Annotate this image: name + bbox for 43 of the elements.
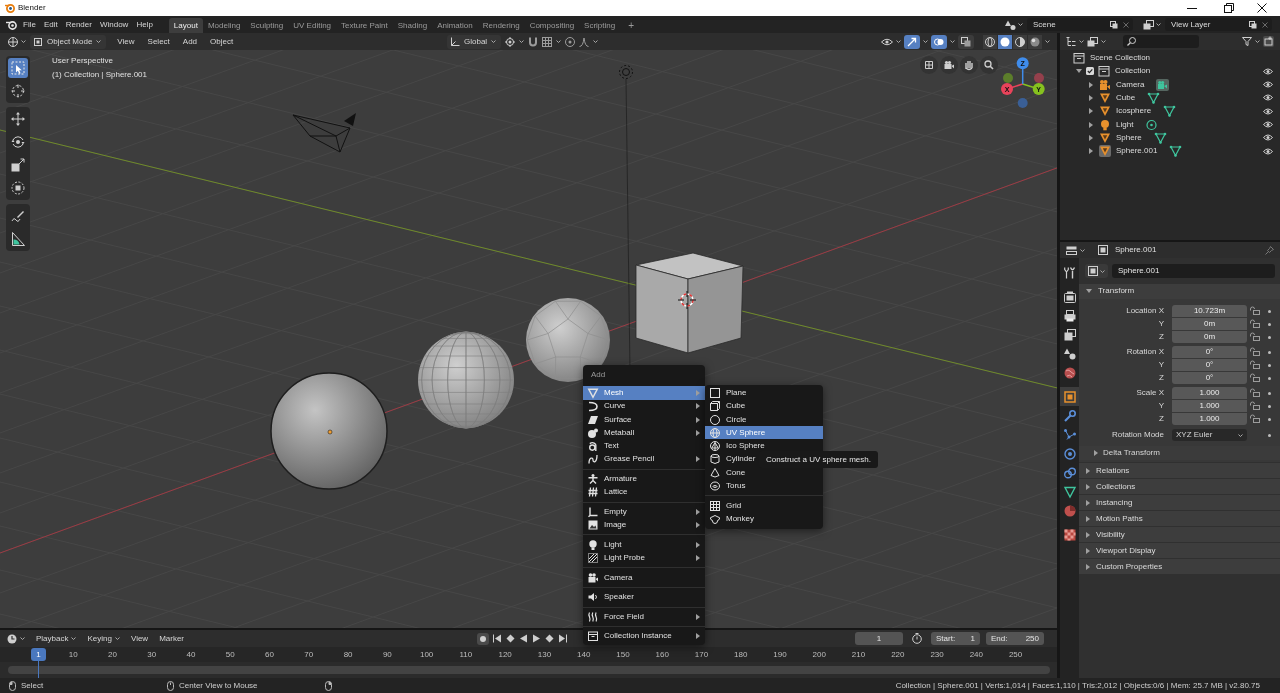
frame-number: 190	[773, 650, 787, 659]
field-label: Z	[1158, 374, 1165, 382]
frame-number: 90	[382, 650, 392, 659]
frame-number: 130	[537, 650, 552, 659]
frame-number: 240	[969, 650, 983, 659]
frame-number: 120	[498, 650, 512, 659]
scene-statistics: Collection | Sphere.001 | Verts:1,014 | Faces:1,110 | Tris:2,012 | Objects:0/6 | Mem: 25.7 MB | v2.80.75	[895, 681, 1260, 690]
frame-number: 70	[304, 650, 314, 659]
frame-number: 230	[930, 650, 944, 659]
status-hint: Select	[21, 681, 44, 690]
viewport-info-text: (1) Collection | Sphere.001	[52, 71, 148, 79]
frame-number: 220	[891, 650, 905, 659]
field-label: Location X	[1125, 307, 1165, 315]
field-label: Rotation Mode	[1110, 431, 1165, 439]
frame-number: 80	[343, 650, 353, 659]
menu-title: Add	[590, 368, 607, 381]
field-label: Y	[1157, 402, 1165, 410]
frame-number: 60	[265, 650, 274, 659]
field-label: Z	[1158, 415, 1165, 423]
frame-number: 210	[851, 650, 866, 659]
frame-number: 150	[616, 650, 630, 659]
viewport-info-text: User Perspective	[52, 57, 113, 65]
status-hint: Center View to Mouse	[179, 681, 258, 690]
frame-number: 180	[734, 650, 748, 659]
frame-number: 160	[655, 650, 669, 659]
field-label: Z	[1158, 333, 1165, 341]
field-label: Y	[1157, 361, 1165, 369]
frame-number: 30	[147, 650, 157, 659]
frame-number: 40	[186, 650, 196, 659]
frame-number: 110	[459, 650, 473, 659]
object-name: Sphere.001	[1115, 246, 1157, 254]
window-title: Blender	[18, 4, 46, 12]
frame-number: 20	[108, 650, 117, 659]
frame-number: 170	[694, 650, 709, 659]
frame-number: 140	[577, 650, 591, 659]
frame-number: 200	[812, 650, 826, 659]
frame-number: 250	[1008, 650, 1023, 659]
field-label: Rotation X	[1125, 348, 1165, 356]
field-label: Scale X	[1135, 389, 1165, 397]
frame-number: 100	[419, 650, 434, 659]
field-label: Y	[1157, 320, 1165, 328]
frame-number: 10	[68, 650, 78, 659]
frame-number: 50	[225, 650, 235, 659]
